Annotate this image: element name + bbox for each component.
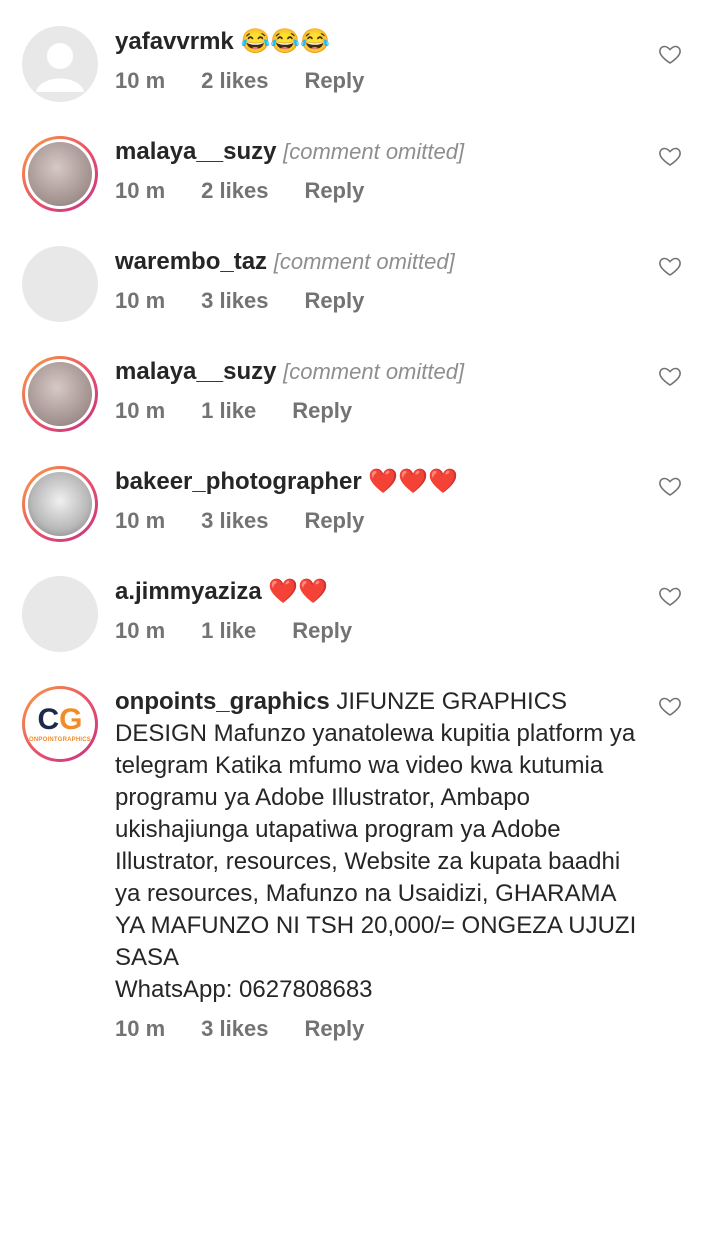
comment-content: 😂😂😂 (240, 28, 331, 55)
comment-likes[interactable]: 1 like (201, 398, 256, 424)
comment-time: 10 m (115, 288, 166, 313)
comment-username[interactable]: bakeer_photographer (115, 468, 362, 495)
heart-outline-icon[interactable] (658, 42, 682, 66)
comment-omitted-note: [comment omitted] (283, 359, 465, 384)
avatar[interactable] (22, 576, 98, 652)
comment-time: 10 m (115, 618, 166, 643)
whatsapp-line: WhatsApp: 0627808683 (115, 976, 373, 1003)
comment-time: 10 m (115, 1016, 166, 1041)
default-avatar-icon (36, 43, 84, 92)
comment-username[interactable]: yafavvrmk (115, 28, 234, 55)
comment-item: CG ONPOINTGRAPHICS onpoints_graphics JIF… (0, 652, 720, 1042)
comment-text: yafavvrmk 😂😂😂 (115, 26, 650, 58)
comment-time: 10 m (115, 68, 166, 93)
heart-outline-icon[interactable] (658, 364, 682, 388)
avatar[interactable]: CG ONPOINTGRAPHICS (22, 686, 98, 762)
comment-meta: 10 m 3 likes Reply (115, 508, 650, 534)
comment-meta: 10 m 1 like Reply (115, 398, 650, 424)
reply-button[interactable]: Reply (304, 178, 364, 204)
comment-username[interactable]: onpoints_graphics (115, 688, 330, 715)
comment-omitted-note: [comment omitted] (273, 249, 455, 274)
brand-logo: CG ONPOINTGRAPHICS (28, 692, 92, 756)
comment-item: malaya__suzy [comment omitted] 10 m 1 li… (0, 322, 720, 432)
comment-meta: 10 m 2 likes Reply (115, 178, 650, 204)
comment-item: bakeer_photographer ❤️❤️❤️ 10 m 3 likes … (0, 432, 720, 542)
comment-text: warembo_taz [comment omitted] (115, 246, 650, 278)
reply-button[interactable]: Reply (304, 508, 364, 534)
comment-content: JIFUNZE GRAPHICS DESIGN Mafunzo yanatole… (115, 688, 637, 971)
reply-button[interactable]: Reply (304, 1016, 364, 1042)
comment-item: a.jimmyaziza ❤️❤️ 10 m 1 like Reply (0, 542, 720, 652)
comment-likes[interactable]: 1 like (201, 618, 256, 644)
avatar[interactable] (22, 466, 98, 542)
comment-item: yafavvrmk 😂😂😂 10 m 2 likes Reply (0, 0, 720, 102)
comment-text: malaya__suzy [comment omitted] (115, 136, 650, 168)
comment-item: warembo_taz [comment omitted] 10 m 3 lik… (0, 212, 720, 322)
comment-meta: 10 m 3 likes Reply (115, 1016, 650, 1042)
comment-likes[interactable]: 3 likes (201, 508, 268, 534)
heart-outline-icon[interactable] (658, 694, 682, 718)
avatar[interactable] (22, 356, 98, 432)
reply-button[interactable]: Reply (304, 288, 364, 314)
reply-button[interactable]: Reply (292, 398, 352, 424)
comment-text: onpoints_graphics JIFUNZE GRAPHICS DESIG… (115, 686, 650, 1006)
comments-list: yafavvrmk 😂😂😂 10 m 2 likes Reply malaya_… (0, 0, 720, 1042)
heart-outline-icon[interactable] (658, 584, 682, 608)
comment-text: bakeer_photographer ❤️❤️❤️ (115, 466, 650, 498)
reply-button[interactable]: Reply (292, 618, 352, 644)
comment-text: malaya__suzy [comment omitted] (115, 356, 650, 388)
comment-username[interactable]: malaya__suzy (115, 358, 276, 385)
comment-likes[interactable]: 2 likes (201, 68, 268, 94)
comment-time: 10 m (115, 398, 166, 423)
comment-likes[interactable]: 3 likes (201, 1016, 268, 1042)
comment-meta: 10 m 1 like Reply (115, 618, 650, 644)
heart-outline-icon[interactable] (658, 474, 682, 498)
comment-content: ❤️❤️ (268, 578, 329, 605)
comment-likes[interactable]: 3 likes (201, 288, 268, 314)
comment-time: 10 m (115, 508, 166, 533)
reply-button[interactable]: Reply (304, 68, 364, 94)
comment-text: a.jimmyaziza ❤️❤️ (115, 576, 650, 608)
comment-omitted-note: [comment omitted] (283, 139, 465, 164)
comment-meta: 10 m 2 likes Reply (115, 68, 650, 94)
avatar[interactable] (22, 246, 98, 322)
comment-username[interactable]: warembo_taz (115, 248, 267, 275)
comment-content: ❤️❤️❤️ (368, 468, 459, 495)
comment-username[interactable]: malaya__suzy (115, 138, 276, 165)
heart-outline-icon[interactable] (658, 254, 682, 278)
avatar[interactable] (22, 136, 98, 212)
comment-time: 10 m (115, 178, 166, 203)
heart-outline-icon[interactable] (658, 144, 682, 168)
comment-likes[interactable]: 2 likes (201, 178, 268, 204)
comment-item: malaya__suzy [comment omitted] 10 m 2 li… (0, 102, 720, 212)
comment-username[interactable]: a.jimmyaziza (115, 578, 262, 605)
comment-meta: 10 m 3 likes Reply (115, 288, 650, 314)
avatar[interactable] (22, 26, 98, 102)
